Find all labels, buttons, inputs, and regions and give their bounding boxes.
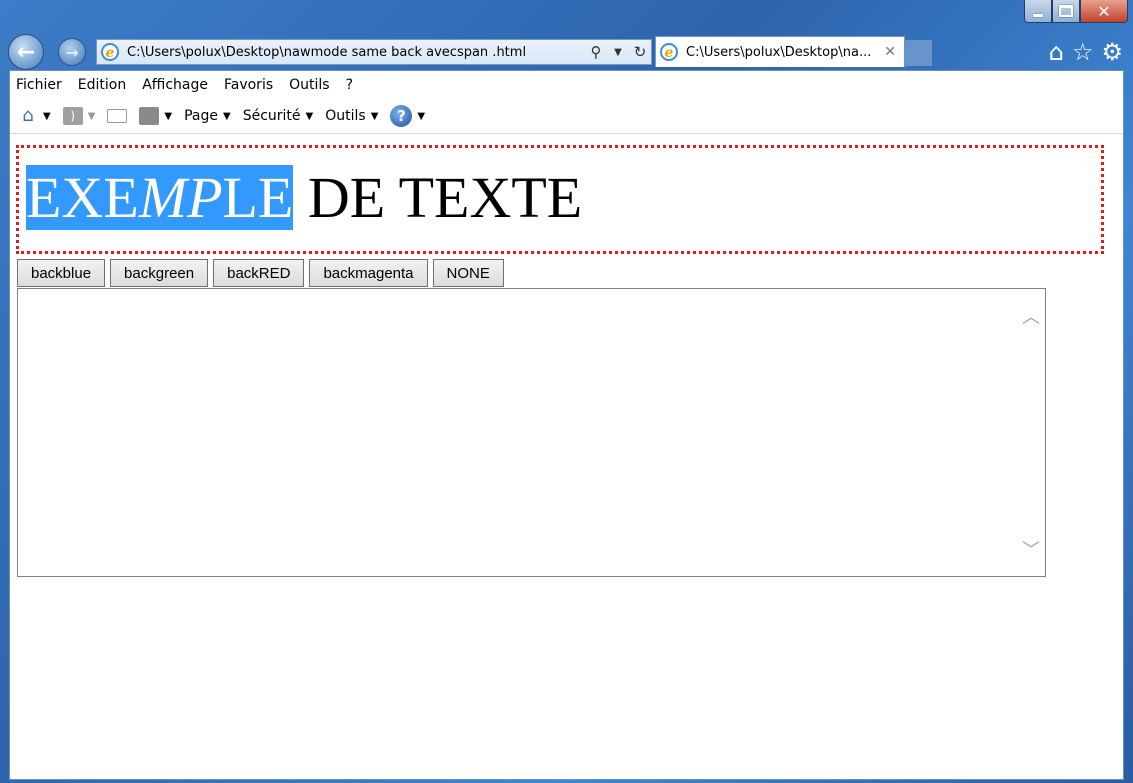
chevron-down-icon: ▼: [417, 110, 426, 122]
security-menu-label: Sécurité: [242, 108, 301, 124]
heading-text[interactable]: EXEMPLE DE TEXTE: [26, 164, 582, 232]
selected-text-part-1: EXE: [26, 165, 139, 230]
security-menu[interactable]: Sécurité ▼: [243, 108, 314, 124]
output-textarea[interactable]: ︿ ﹀: [17, 288, 1046, 577]
window-controls: ✕: [1024, 0, 1128, 26]
refresh-icon[interactable]: ↻: [629, 43, 651, 61]
chevron-down-icon: ▼: [87, 110, 96, 122]
browser-window: ✕ ← → e C:\Users\polux\Desktop\nawmode s…: [0, 0, 1133, 783]
menu-favoris[interactable]: Favoris: [224, 77, 273, 93]
menu-help[interactable]: ?: [346, 77, 353, 93]
home-icon: ⌂: [22, 105, 34, 126]
chevron-down-icon: ▼: [223, 110, 231, 122]
selected-text[interactable]: EXEMPLE: [26, 165, 294, 230]
back-button[interactable]: ←: [8, 34, 44, 70]
maximize-button[interactable]: [1052, 0, 1080, 23]
backgreen-button[interactable]: backgreen: [110, 259, 209, 287]
settings-gear-icon[interactable]: ⚙: [1101, 38, 1123, 66]
ie-page-icon: e: [101, 43, 119, 61]
print-command[interactable]: ▼: [139, 107, 172, 125]
tab-close-icon[interactable]: ✕: [884, 44, 896, 60]
chevron-down-icon: ▼: [43, 110, 51, 122]
help-menu[interactable]: ? ▼: [390, 105, 425, 127]
feeds-command[interactable]: ) ▼: [62, 107, 96, 125]
content-window: Fichier Edition Affichage Favoris Outils…: [9, 70, 1124, 780]
menu-fichier[interactable]: Fichier: [16, 77, 62, 93]
favorites-star-icon[interactable]: ☆: [1072, 38, 1094, 66]
selected-text-italic: MP: [138, 165, 223, 230]
minimize-button[interactable]: [1024, 0, 1052, 23]
navigation-bar: ← → e C:\Users\polux\Desktop\nawmode sam…: [0, 32, 1133, 70]
button-row: backblue backgreen backRED backmagenta N…: [17, 259, 509, 287]
address-bar[interactable]: e C:\Users\polux\Desktop\nawmode same ba…: [96, 39, 652, 65]
home-command[interactable]: ⌂ ▼: [18, 105, 51, 126]
command-bar: ⌂ ▼ ) ▼ ▼ Page ▼ Sécurité ▼ Outils ▼ ? ▼: [10, 99, 1123, 134]
tab-active[interactable]: e C:\Users\polux\Desktop\na... ✕: [655, 36, 905, 67]
chevron-down-icon: ▼: [370, 110, 379, 122]
menu-edition[interactable]: Edition: [78, 77, 126, 93]
backred-button[interactable]: backRED: [213, 259, 305, 287]
selected-text-part-2: LE: [222, 165, 294, 230]
menu-bar: Fichier Edition Affichage Favoris Outils…: [10, 71, 1123, 99]
page-menu[interactable]: Page ▼: [184, 108, 231, 124]
new-tab-button[interactable]: [904, 40, 932, 66]
none-button[interactable]: NONE: [432, 259, 504, 287]
address-text[interactable]: C:\Users\polux\Desktop\nawmode same back…: [127, 45, 585, 60]
tab-title: C:\Users\polux\Desktop\na...: [686, 44, 872, 60]
menu-affichage[interactable]: Affichage: [142, 77, 208, 93]
forward-button[interactable]: →: [58, 38, 86, 66]
chevron-down-icon: ▼: [164, 110, 173, 122]
close-window-button[interactable]: ✕: [1080, 0, 1128, 23]
chevron-down-icon: ▼: [305, 110, 314, 122]
dropdown-arrow-icon[interactable]: ▼: [607, 47, 629, 58]
printer-icon: [139, 107, 160, 125]
backmagenta-button[interactable]: backmagenta: [309, 259, 428, 287]
unselected-text: DE TEXTE: [293, 165, 583, 230]
rss-feed-icon: ): [62, 107, 83, 125]
tools-menu[interactable]: Outils ▼: [325, 108, 378, 124]
mail-icon: [107, 109, 128, 123]
help-icon: ?: [390, 105, 413, 127]
menu-outils[interactable]: Outils: [289, 77, 329, 93]
scroll-down-icon[interactable]: ﹀: [1022, 536, 1040, 562]
scroll-up-icon[interactable]: ︿: [1022, 303, 1040, 329]
search-icon[interactable]: ⚲: [585, 43, 607, 61]
backblue-button[interactable]: backblue: [17, 259, 106, 287]
tools-menu-label: Outils: [325, 108, 366, 124]
mail-command[interactable]: [107, 109, 128, 123]
ie-tab-icon: e: [660, 43, 678, 61]
browser-right-icons: ⌂ ☆ ⚙: [1049, 38, 1123, 66]
page-menu-label: Page: [184, 108, 219, 124]
home-icon[interactable]: ⌂: [1049, 38, 1064, 66]
